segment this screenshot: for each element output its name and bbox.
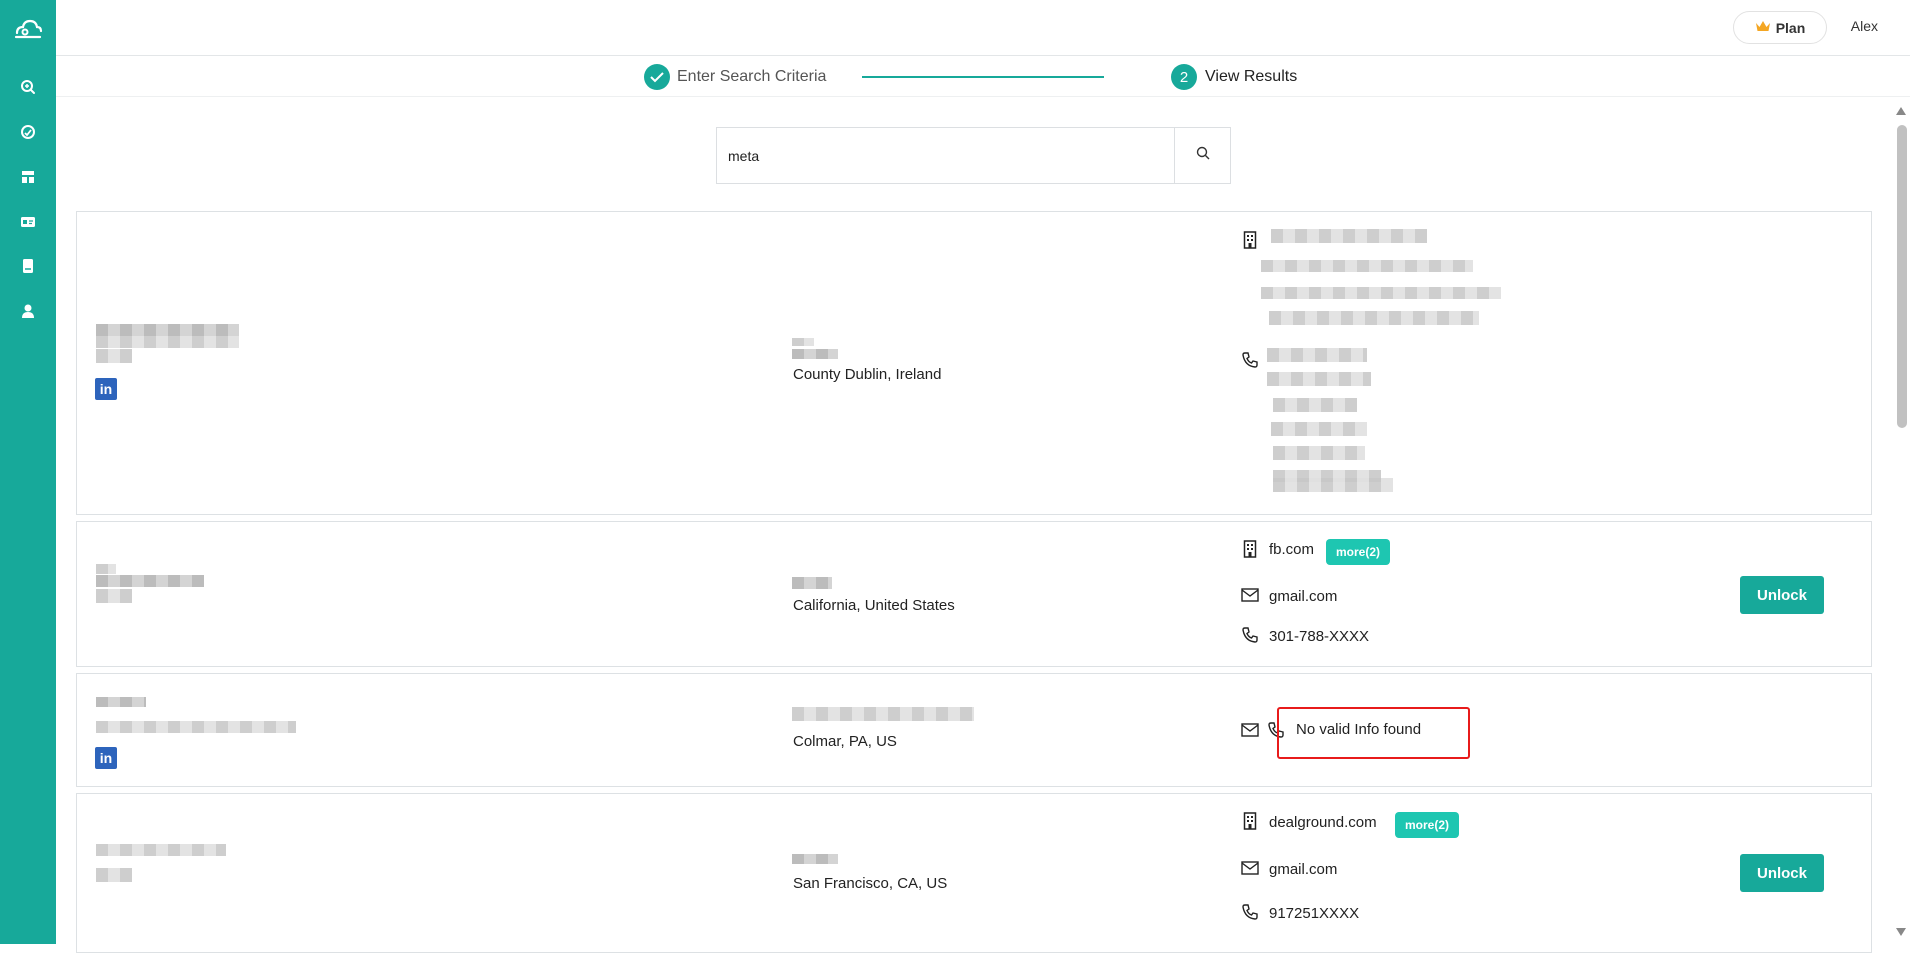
redacted-name: [96, 336, 239, 348]
redacted-title: [96, 721, 296, 733]
gauge-icon[interactable]: [16, 120, 40, 144]
more-domains-button[interactable]: more(2): [1326, 539, 1391, 565]
phone-text: 917251XXXX: [1269, 905, 1360, 922]
redacted-phone: [1273, 478, 1393, 492]
plan-button[interactable]: Plan: [1733, 11, 1827, 44]
dashboard-icon[interactable]: [16, 165, 40, 189]
step-2-label: View Results: [1205, 68, 1298, 85]
redacted-title: [96, 589, 132, 603]
email-text: gmail.com: [1269, 588, 1338, 605]
search-icon: [1196, 146, 1210, 165]
redacted-phone: [1273, 398, 1357, 412]
scroll-down-arrow[interactable]: [1896, 928, 1906, 936]
redacted-email: [1261, 287, 1501, 299]
result-card: California, United States fb.com more(2)…: [76, 521, 1872, 667]
user-icon[interactable]: [16, 299, 40, 323]
redacted-company: [792, 338, 814, 346]
redacted-domain: [1271, 229, 1427, 243]
top-bar: Plan Alex: [56, 0, 1910, 56]
redacted-phone: [1267, 372, 1371, 386]
mail-icon: [1241, 859, 1259, 877]
crown-icon: [1755, 19, 1771, 36]
step-connector: [862, 76, 1104, 78]
redacted-company: [792, 577, 832, 589]
search-icon[interactable]: [16, 75, 40, 99]
phone-text: 301-788-XXXX: [1269, 628, 1370, 645]
location-text: County Dublin, Ireland: [793, 366, 942, 383]
redacted-name: [96, 575, 204, 587]
redacted-title: [96, 868, 132, 882]
linkedin-icon[interactable]: in: [95, 378, 117, 400]
search-input[interactable]: [717, 128, 1174, 183]
redacted-phone: [1267, 348, 1367, 362]
location-text: Colmar, PA, US: [793, 733, 897, 750]
user-name[interactable]: Alex: [1851, 18, 1878, 34]
phone-icon: [1241, 626, 1259, 644]
scrollbar-thumb[interactable]: [1897, 125, 1907, 428]
scroll-up-arrow[interactable]: [1896, 107, 1906, 115]
redacted-email: [1269, 311, 1479, 325]
building-icon: [1241, 231, 1259, 249]
plan-label: Plan: [1775, 19, 1806, 36]
id-card-icon[interactable]: [16, 210, 40, 234]
phone-icon: [1241, 351, 1259, 369]
mail-icon: [1241, 586, 1259, 604]
location-text: California, United States: [793, 597, 955, 614]
step-2-number: 2: [1171, 64, 1197, 90]
search-box: [716, 127, 1231, 184]
redacted-title: [96, 349, 132, 363]
logo-icon[interactable]: [0, 0, 56, 56]
unlock-button[interactable]: Unlock: [1740, 854, 1824, 892]
redacted-name: [96, 564, 116, 574]
redacted-phone: [1271, 422, 1367, 436]
building-icon: [1241, 812, 1259, 830]
result-card: in County Dublin, Ireland: [76, 211, 1872, 515]
redacted-name: [96, 324, 239, 336]
linkedin-icon[interactable]: in: [95, 747, 117, 769]
location-text: San Francisco, CA, US: [793, 875, 948, 892]
redacted-company: [792, 707, 974, 721]
highlight-box: [1277, 707, 1470, 759]
redacted-company: [792, 349, 838, 359]
building-icon: [1241, 540, 1259, 558]
search-button[interactable]: [1174, 128, 1230, 183]
redacted-name: [96, 844, 226, 856]
email-text: gmail.com: [1269, 861, 1338, 878]
domain-text: dealground.com: [1269, 814, 1377, 831]
stepper: Enter Search Criteria 2 View Results: [56, 57, 1910, 97]
result-card: San Francisco, CA, US dealground.com mor…: [76, 793, 1872, 953]
unlock-button[interactable]: Unlock: [1740, 576, 1824, 614]
domain-text: fb.com: [1269, 541, 1315, 558]
result-card: in Colmar, PA, US No valid Info found: [76, 673, 1872, 787]
redacted-email: [1261, 260, 1473, 272]
redacted-company: [792, 854, 838, 864]
step-1-label: Enter Search Criteria: [677, 68, 827, 85]
phone-icon: [1241, 903, 1259, 921]
redacted-name: [96, 697, 146, 707]
mail-icon: [1241, 721, 1259, 739]
sidebar: [0, 0, 56, 944]
step-1-check-icon: [644, 64, 670, 90]
redacted-phone: [1273, 446, 1365, 460]
more-domains-button[interactable]: more(2): [1395, 812, 1460, 838]
book-icon[interactable]: [16, 254, 40, 278]
